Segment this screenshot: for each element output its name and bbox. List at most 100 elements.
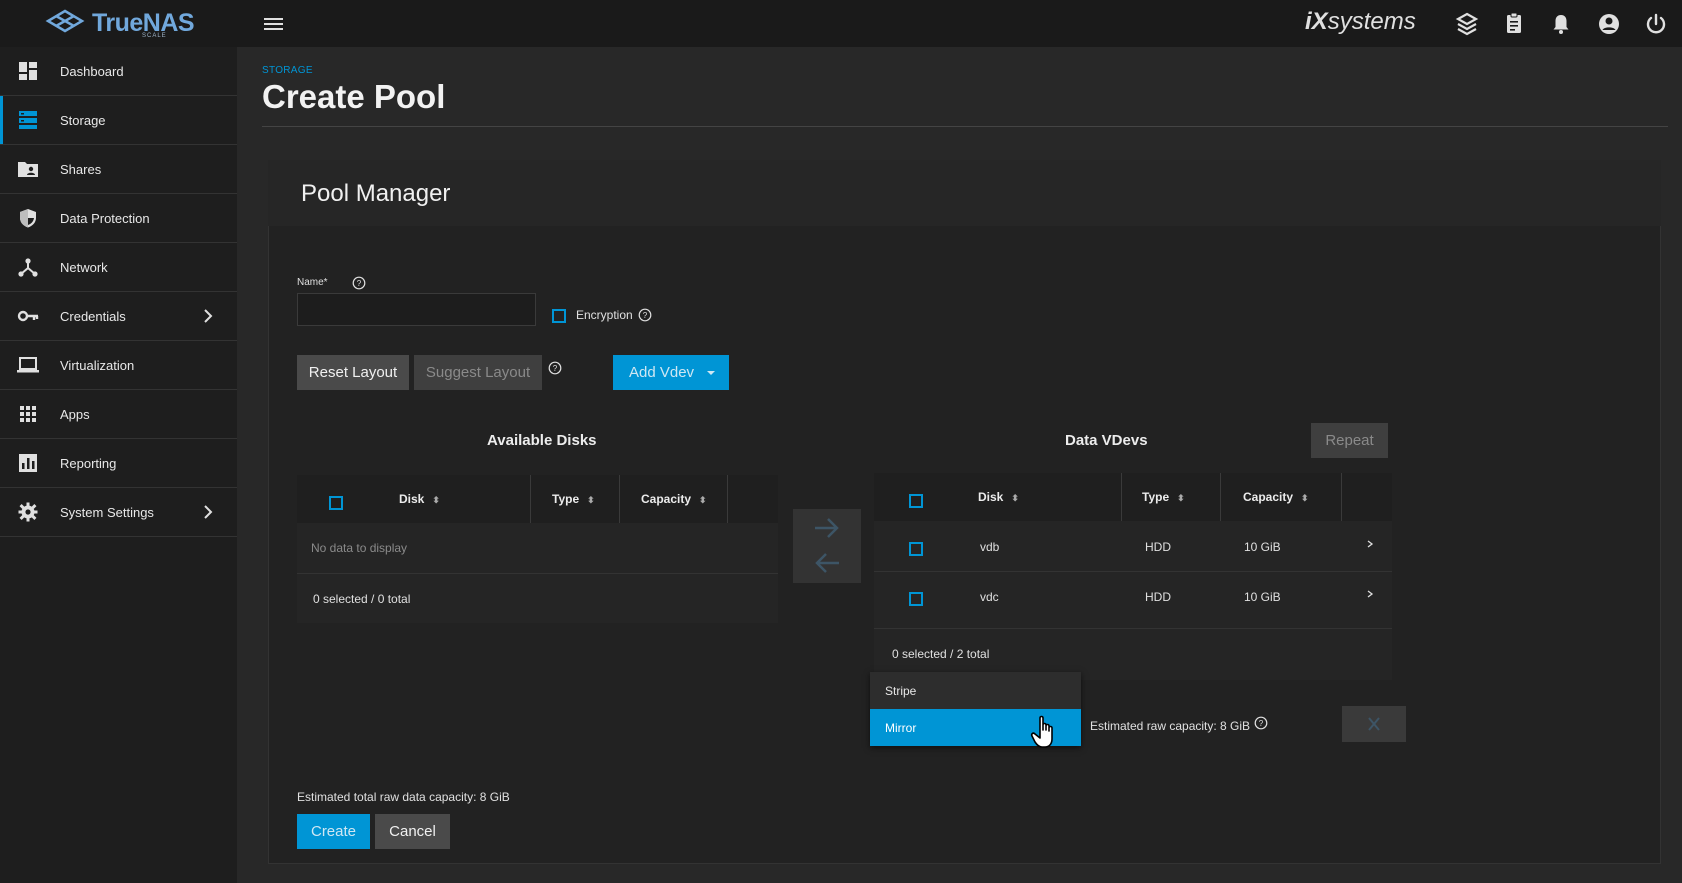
repeat-button[interactable]: Repeat [1311, 423, 1388, 458]
column-header-disk[interactable]: Disk ⬍ [978, 490, 1019, 504]
notifications-bell-icon[interactable] [1548, 11, 1574, 37]
page-title: Create Pool [262, 78, 446, 115]
chevron-right-icon [204, 309, 213, 323]
sort-icon: ⬍ [587, 495, 595, 505]
column-header-label: Disk [978, 490, 1004, 504]
disk-name: vdc [980, 590, 999, 604]
column-divider [1220, 473, 1221, 521]
shares-folder-icon [18, 162, 38, 177]
sidebar-item-network[interactable]: Network [0, 243, 237, 292]
column-header-label: Capacity [1243, 490, 1294, 504]
sidebar-item-label: Virtualization [60, 357, 135, 373]
remove-vdev-button[interactable] [1342, 706, 1406, 742]
column-header-type[interactable]: Type ⬍ [552, 492, 595, 506]
apps-grid-icon [20, 406, 36, 422]
column-header-disk[interactable]: Disk ⬍ [399, 492, 440, 506]
sidebar-item-label: Network [60, 259, 108, 275]
truenas-logo[interactable]: TrueNAS SCALE [44, 6, 195, 40]
row-checkbox[interactable] [909, 542, 923, 556]
add-vdev-button[interactable]: Add Vdev [613, 355, 729, 390]
column-header-label: Type [1142, 490, 1170, 504]
ix-logo-text: systems [1327, 8, 1416, 35]
help-icon[interactable]: ? [638, 308, 652, 322]
hamburger-menu-icon[interactable] [262, 13, 286, 35]
reset-layout-button[interactable]: Reset Layout [297, 355, 409, 390]
table-row[interactable]: vdc HDD 10 GiB [874, 572, 1392, 622]
sidebar-item-label: Storage [60, 112, 106, 128]
move-disks-box [793, 509, 861, 583]
column-divider [1341, 473, 1342, 521]
column-header-capacity[interactable]: Capacity ⬍ [641, 492, 707, 506]
sidebar-item-storage[interactable]: Storage [0, 96, 237, 145]
ix-logo-mark: iX [1305, 8, 1328, 35]
chevron-right-icon [204, 505, 213, 519]
sidebar-item-credentials[interactable]: Credentials [0, 292, 237, 341]
dropdown-arrow-icon [707, 371, 715, 375]
arrow-right-icon[interactable] [813, 516, 841, 540]
title-divider [262, 126, 1668, 127]
storage-icon [19, 111, 37, 129]
account-circle-icon[interactable] [1596, 11, 1622, 37]
sidebar-item-virtualization[interactable]: Virtualization [0, 341, 237, 390]
column-header-label: Capacity [641, 492, 692, 506]
help-icon[interactable]: ? [548, 361, 562, 375]
breadcrumb[interactable]: STORAGE [262, 65, 313, 76]
sidebar: Dashboard Storage Shares Data Protection… [0, 47, 237, 883]
create-button[interactable]: Create [297, 814, 370, 849]
truenas-logo-icon [45, 9, 85, 33]
svg-text:?: ? [1259, 719, 1264, 728]
svg-text:?: ? [553, 364, 558, 373]
truecommand-icon[interactable] [1454, 11, 1480, 37]
add-vdev-label: Add Vdev [629, 364, 695, 381]
suggest-layout-button[interactable]: Suggest Layout [414, 355, 542, 390]
sidebar-item-label: Credentials [60, 308, 126, 324]
column-header-label: Type [552, 492, 580, 506]
sidebar-item-dashboard[interactable]: Dashboard [0, 47, 237, 96]
sidebar-item-system-settings[interactable]: System Settings [0, 488, 237, 537]
column-header-capacity[interactable]: Capacity ⬍ [1243, 490, 1309, 504]
hand-cursor-icon [1030, 715, 1053, 748]
table-row[interactable]: vdb HDD 10 GiB [874, 521, 1392, 571]
select-all-checkbox[interactable] [329, 496, 343, 510]
available-disks-table: Disk ⬍ Type ⬍ Capacity ⬍ No data to display… [297, 475, 778, 623]
laptop-icon [17, 357, 39, 373]
row-divider [297, 573, 778, 574]
sidebar-item-label: Dashboard [60, 63, 124, 79]
sort-icon: ⬍ [1301, 493, 1309, 503]
svg-text:?: ? [643, 311, 648, 320]
help-icon[interactable]: ? [1254, 716, 1268, 730]
sidebar-item-label: Data Protection [60, 210, 150, 226]
encryption-label: Encryption [576, 308, 633, 322]
sidebar-item-data-protection[interactable]: Data Protection [0, 194, 237, 243]
name-field-label: Name* [297, 277, 328, 288]
chevron-right-icon[interactable] [1366, 588, 1374, 600]
column-header-type[interactable]: Type ⬍ [1142, 490, 1185, 504]
row-checkbox[interactable] [909, 592, 923, 606]
column-divider [727, 475, 728, 523]
ixsystems-logo[interactable]: iXsystems [1305, 8, 1416, 36]
sidebar-item-shares[interactable]: Shares [0, 145, 237, 194]
disk-type: HDD [1145, 540, 1171, 554]
sort-icon: ⬍ [1011, 493, 1019, 503]
arrow-left-icon[interactable] [813, 551, 841, 575]
table-footer-count: 0 selected / 0 total [313, 592, 411, 606]
clipboard-tasks-icon[interactable] [1501, 11, 1527, 37]
data-vdevs-table: Disk ⬍ Type ⬍ Capacity ⬍ vdb HDD 10 GiB vdc… [874, 473, 1392, 680]
layout-option-stripe[interactable]: Stripe [870, 672, 1081, 709]
chevron-right-icon[interactable] [1366, 538, 1374, 550]
select-all-checkbox[interactable] [909, 494, 923, 508]
sidebar-item-apps[interactable]: Apps [0, 390, 237, 439]
shield-icon [20, 209, 36, 228]
estimated-total-capacity: Estimated total raw data capacity: 8 GiB [297, 790, 510, 804]
power-icon[interactable] [1643, 11, 1669, 37]
cancel-button[interactable]: Cancel [375, 814, 450, 849]
sidebar-item-label: System Settings [60, 504, 154, 520]
sidebar-item-reporting[interactable]: Reporting [0, 439, 237, 488]
chart-icon [19, 454, 37, 472]
help-icon[interactable]: ? [352, 276, 366, 290]
card-title: Pool Manager [301, 180, 451, 207]
close-icon [1368, 717, 1380, 731]
table-footer-count: 0 selected / 2 total [892, 647, 990, 661]
pool-name-input[interactable] [297, 293, 536, 326]
encryption-checkbox[interactable] [552, 309, 566, 323]
